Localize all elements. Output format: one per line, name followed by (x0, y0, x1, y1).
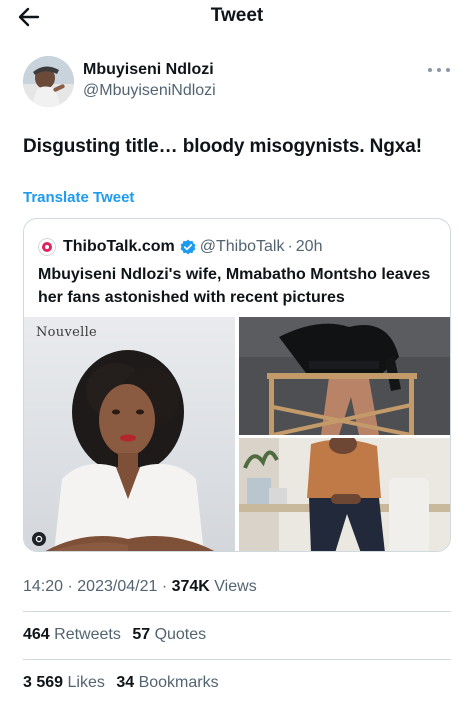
translate-tweet-link[interactable]: Translate Tweet (23, 189, 134, 206)
separator-dot: · (287, 238, 293, 255)
bookmarks-label: Bookmarks (138, 674, 219, 691)
quoted-tweet-card[interactable]: ThiboTalk.com @ThiboTalk · 20h Mbuyiseni… (23, 218, 451, 552)
bookmarks-count: 34 (116, 674, 135, 691)
retweets-stat[interactable]: 464 Retweets (23, 626, 125, 643)
tweet-text: Disgusting title… bloody misogynists. Ng… (23, 136, 422, 157)
media-photo-room[interactable] (239, 438, 450, 551)
quoted-tweet-text: Mbuyiseni Ndlozi's wife, Mmabatho Montsh… (38, 266, 431, 306)
quoted-author-name: ThiboTalk.com (63, 238, 175, 255)
tweet-time: 14:20 (23, 578, 64, 595)
alt-info-icon[interactable] (32, 532, 46, 546)
likes-stat[interactable]: 3 569 Likes (23, 674, 109, 691)
retweets-label: Retweets (54, 626, 121, 643)
quotes-stat[interactable]: 57 Quotes (132, 626, 206, 643)
bookmarks-stat[interactable]: 34 Bookmarks (116, 674, 218, 691)
views-label: Views (214, 578, 257, 595)
media-grid: Nouvelle (24, 317, 450, 551)
more-options-button[interactable] (428, 64, 450, 76)
quoted-timestamp: 20h (295, 238, 323, 255)
more-dot-icon (437, 68, 441, 72)
quotes-label: Quotes (154, 626, 207, 643)
separator-dot: · (67, 578, 73, 595)
tweet-meta: 14:20 · 2023/04/21 · 374K Views (23, 578, 257, 596)
room-photo (239, 438, 450, 551)
quoted-tweet-header: ThiboTalk.com @ThiboTalk · 20h (38, 236, 440, 258)
divider (23, 659, 451, 660)
magazine-label: Nouvelle (36, 325, 98, 340)
engagement-row-2: 3 569 Likes 34 Bookmarks (23, 674, 226, 692)
quotes-count: 57 (132, 626, 151, 643)
portrait-photo (45, 350, 215, 551)
avatar-photo (23, 56, 74, 107)
likes-label: Likes (67, 674, 105, 691)
likes-count: 3 569 (23, 674, 64, 691)
tweet-date[interactable]: 2023/04/21 (77, 578, 157, 595)
top-bar: Tweet (0, 0, 474, 34)
author-handle[interactable]: @MbuyiseniNdlozi (83, 82, 216, 100)
page-title: Tweet (210, 5, 264, 26)
divider (23, 611, 451, 612)
media-photo-portrait[interactable]: Nouvelle (24, 317, 235, 551)
retweets-count: 464 (23, 626, 50, 643)
avatar[interactable] (23, 56, 74, 107)
more-dot-icon (428, 68, 432, 72)
tweet-author: Mbuyiseni Ndlozi @MbuyiseniNdlozi (23, 56, 458, 108)
more-dot-icon (446, 68, 450, 72)
thibotalk-logo-icon (38, 238, 56, 256)
verified-badge-icon (180, 239, 196, 255)
separator-dot: · (161, 578, 168, 595)
views-count: 374K (171, 578, 210, 595)
author-name[interactable]: Mbuyiseni Ndlozi (83, 61, 214, 79)
media-photo-chair[interactable] (239, 317, 450, 435)
engagement-row-1: 464 Retweets 57 Quotes (23, 626, 213, 644)
quoted-author-handle: @ThiboTalk (199, 238, 285, 255)
chair-photo (239, 317, 450, 435)
